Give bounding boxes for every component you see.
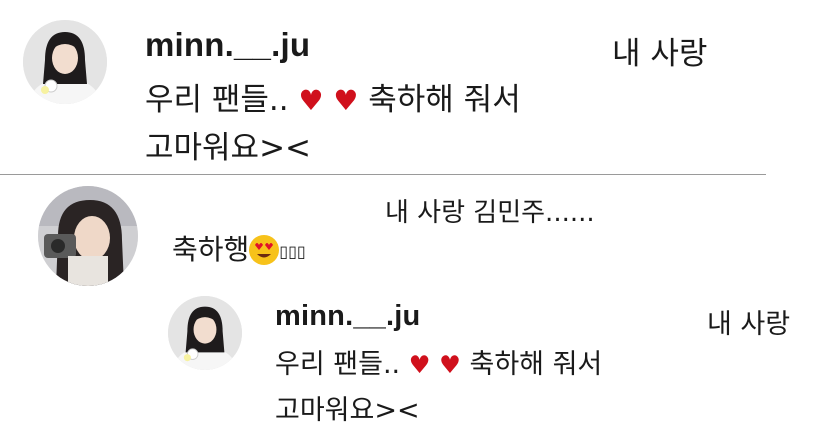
comment-text-line1: 우리 팬들.. ♥ ♥ 축하해 줘서 — [145, 74, 521, 119]
comment-top-text: 내 사랑 김민주...... — [385, 198, 595, 228]
comment-text: 축하행 ▯▯▯ — [172, 228, 306, 268]
avatar-commenter[interactable] — [38, 186, 138, 286]
comment-text-line2: 고마워요>< — [145, 130, 312, 166]
comment-text-main: 축하행 — [172, 233, 250, 266]
reply-text-part2: 축하해 줘서 — [469, 349, 603, 380]
unsupported-glyphs: ▯▯▯ — [279, 242, 306, 261]
heart-eyes-emoji-icon — [249, 235, 280, 265]
heart-icon: ♥ — [333, 84, 359, 117]
comment-text-part1: 우리 팬들.. — [145, 82, 289, 118]
heart-icon: ♥ — [298, 84, 324, 117]
comment-text-part2: 축하해 줘서 — [368, 82, 521, 118]
reply-text-part1: 우리 팬들.. — [275, 349, 401, 380]
heart-icon: ♥ — [408, 350, 431, 379]
heart-icon: ♥ — [439, 350, 461, 379]
divider — [0, 174, 766, 175]
reply-username[interactable]: minn.__.ju — [275, 300, 420, 333]
reply-text-line1: 우리 팬들.. ♥ ♥ 축하해 줘서 — [275, 342, 602, 381]
reply-text-line2: 고마워요>< — [275, 395, 420, 426]
comment-username[interactable]: minn.__.ju — [145, 26, 310, 64]
reply-right-text: 내 사랑 — [707, 309, 791, 340]
avatar-minn-ju-reply[interactable] — [168, 296, 242, 370]
avatar-minn-ju[interactable] — [23, 20, 107, 104]
comment-right-text: 내 사랑 — [612, 36, 708, 72]
